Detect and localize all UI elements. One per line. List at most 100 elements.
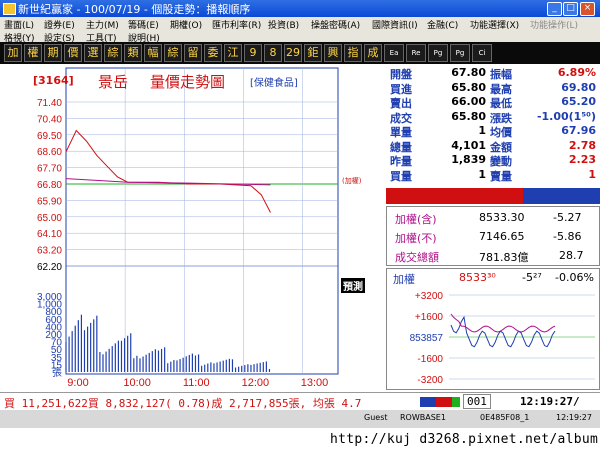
toolbar-button-17[interactable]: 指 — [344, 44, 362, 62]
price-tick-label: 65.90 — [37, 196, 62, 207]
toolbar-button-14[interactable]: 29 — [284, 44, 302, 62]
watermark-text: http://kuj d3268.pixnet.net/album — [330, 432, 599, 447]
stock-code: [3164] — [33, 74, 74, 87]
quote-value-chg: -1.00(1⁵⁰) — [536, 109, 596, 123]
price-tick-label: 71.40 — [37, 98, 62, 109]
price-volume-chart: 71.40 70.40 69.50 68.60 67.70 66.80 65.90 65.00… — [0, 64, 386, 392]
window-title: 新世紀贏家 - 100/07/19 - 個股走勢：播報順序 — [18, 3, 251, 16]
toolbar-button-1[interactable]: 權 — [24, 44, 42, 62]
color-legend — [420, 397, 460, 407]
quote-panel: 開盤 67.80 振幅 6.89% 買進 65.80 最高 69.80 賣出 66.00 最低 65.… — [386, 64, 600, 392]
mini-change: -5²⁷ — [522, 271, 542, 284]
toolbar-button-15[interactable]: 鉅 — [304, 44, 322, 62]
toolbar-button-23[interactable]: Ci — [472, 44, 492, 62]
price-tick-label: 69.50 — [37, 131, 62, 142]
toolbar: 加權期價選綜類幅綜留委江 9 8 29 鉅興指成 Ea Re Pg Pg Ci — [0, 42, 600, 64]
ticker-text: 買 11,251,622買 8,832,127( 0.78)成 2,717,85… — [4, 397, 362, 410]
mini-chart-svg: +3200 +1600 853857 -1600 -3200 — [410, 291, 595, 386]
quote-label-sellvol: 賣量 — [490, 169, 512, 183]
turnover-change: 28.7 — [559, 249, 584, 262]
toolbar-button-22[interactable]: Pg — [450, 44, 470, 62]
quote-value-bid: 65.80 — [451, 80, 486, 94]
price-tick-label: 67.70 — [37, 164, 62, 175]
toolbar-button-6[interactable]: 類 — [124, 44, 142, 62]
mini-index-line — [450, 315, 556, 348]
toolbar-button-21[interactable]: Pg — [428, 44, 448, 62]
ticker-bar: 買 11,251,622買 8,832,127( 0.78)成 2,717,85… — [0, 392, 600, 411]
index-box: 加權(含) 8533.30 -5.27 加權(不) 7146.65 -5.86 … — [386, 206, 600, 266]
toolbar-button-4[interactable]: 選 — [84, 44, 102, 62]
close-button[interactable]: × — [580, 2, 595, 16]
price-tick-label: 62.20 — [37, 262, 62, 273]
quote-value-avg: 67.96 — [561, 124, 596, 137]
toolbar-button-20[interactable]: Re — [406, 44, 426, 62]
quote-value-turnover: 2.23 — [568, 153, 596, 166]
toolbar-button-16[interactable]: 興 — [324, 44, 342, 62]
quote-value-low: 65.20 — [561, 95, 596, 108]
quote-value-total: 4,101 — [451, 138, 486, 152]
quote-label-buyvol: 買量 — [390, 169, 412, 183]
time-tick-label: 13:00 — [301, 377, 329, 389]
quote-value-sellvol: 1 — [588, 167, 596, 181]
price-tick-label: 63.20 — [37, 246, 62, 257]
quote-value-amp: 6.89% — [557, 66, 596, 79]
mini-tick-label: +3200 — [415, 291, 444, 302]
toolbar-button-18[interactable]: 成 — [364, 44, 382, 62]
quote-value-buyvol: 1 — [478, 167, 486, 181]
toolbar-button-11[interactable]: 江 — [224, 44, 242, 62]
mini-index-chart: 加權 8533³⁰ -5²⁷ -0.06% +3200 +1600 853857 -1… — [386, 268, 600, 390]
mini-label: 加權 — [393, 273, 415, 286]
alert-label[interactable]: 預測 — [341, 278, 365, 293]
toolbar-button-13[interactable]: 8 — [264, 44, 282, 62]
toolbar-button-3[interactable]: 價 — [64, 44, 82, 62]
time-tick-label: 12:00 — [242, 377, 270, 389]
quote-value-amount: 2.78 — [568, 138, 596, 152]
box-value[interactable]: 001 — [463, 394, 491, 409]
price-tick-label: 66.80 — [37, 180, 62, 191]
title-bar: 新世紀贏家 - 100/07/19 - 個股走勢：播報順序 _ □ × — [0, 0, 600, 17]
quote-value-trade: 65.80 — [451, 109, 486, 123]
toolbar-button-12[interactable]: 9 — [244, 44, 262, 62]
toolbar-button-0[interactable]: 加 — [4, 44, 22, 62]
price-tick-label: 70.40 — [37, 114, 62, 125]
index-incl-value: 8533.30 — [479, 211, 525, 224]
maximize-button[interactable]: □ — [563, 2, 578, 16]
quote-value-high: 69.80 — [561, 80, 596, 94]
index-excl-label: 加權(不) — [395, 232, 437, 245]
index-incl-change: -5.27 — [553, 211, 582, 224]
quote-value-single: 1 — [478, 124, 486, 137]
time-tick-label: 10:00 — [123, 377, 151, 389]
price-tick-label: 64.10 — [37, 229, 62, 240]
app-icon — [3, 3, 16, 15]
chart-svg: 71.40 70.40 69.50 68.60 67.70 66.80 65.90 65.00… — [0, 64, 386, 392]
index-excl-change: -5.86 — [553, 230, 582, 243]
toolbar-button-10[interactable]: 委 — [204, 44, 222, 62]
toolbar-button-9[interactable]: 留 — [184, 44, 202, 62]
mini-volume-line — [450, 313, 556, 333]
quote-value-ask: 66.00 — [451, 95, 486, 108]
menu-bar: 畫面(L) 證券(E) 主力(M) 籌碼(E) 期權(O) 匯市利率(R) 投資… — [0, 17, 600, 31]
time-tick-label: 9:00 — [67, 377, 88, 389]
footer-watermark: http://kuj d3268.pixnet.net/album — [0, 428, 600, 450]
minimize-button[interactable]: _ — [547, 2, 562, 16]
chart-title: 量價走勢圖 — [150, 73, 226, 91]
price-tick-label: 65.00 — [37, 213, 62, 224]
ref-line-note: (加權) — [342, 177, 362, 185]
turnover-value: 781.83億 — [479, 251, 529, 264]
toolbar-button-19[interactable]: Ea — [384, 44, 404, 62]
toolbar-button-8[interactable]: 綜 — [164, 44, 182, 62]
stock-name: 景岳 — [98, 73, 129, 91]
mini-percent: -0.06% — [555, 271, 594, 284]
mini-tick-label: -3200 — [417, 375, 443, 386]
turnover-label: 成交總額 — [395, 251, 439, 264]
quote-value-open: 67.80 — [451, 66, 486, 79]
toolbar-button-5[interactable]: 綜 — [104, 44, 122, 62]
toolbar-button-7[interactable]: 幅 — [144, 44, 162, 62]
price-tick-label: 68.60 — [37, 147, 62, 158]
status-session: 0E485F08_1 — [480, 413, 530, 422]
clock: 12:19:27/ — [520, 395, 580, 408]
status-user: Guest — [364, 413, 388, 422]
toolbar-button-2[interactable]: 期 — [44, 44, 62, 62]
mini-value: 8533³⁰ — [459, 271, 496, 284]
buysell-ratio-bar — [386, 188, 600, 204]
